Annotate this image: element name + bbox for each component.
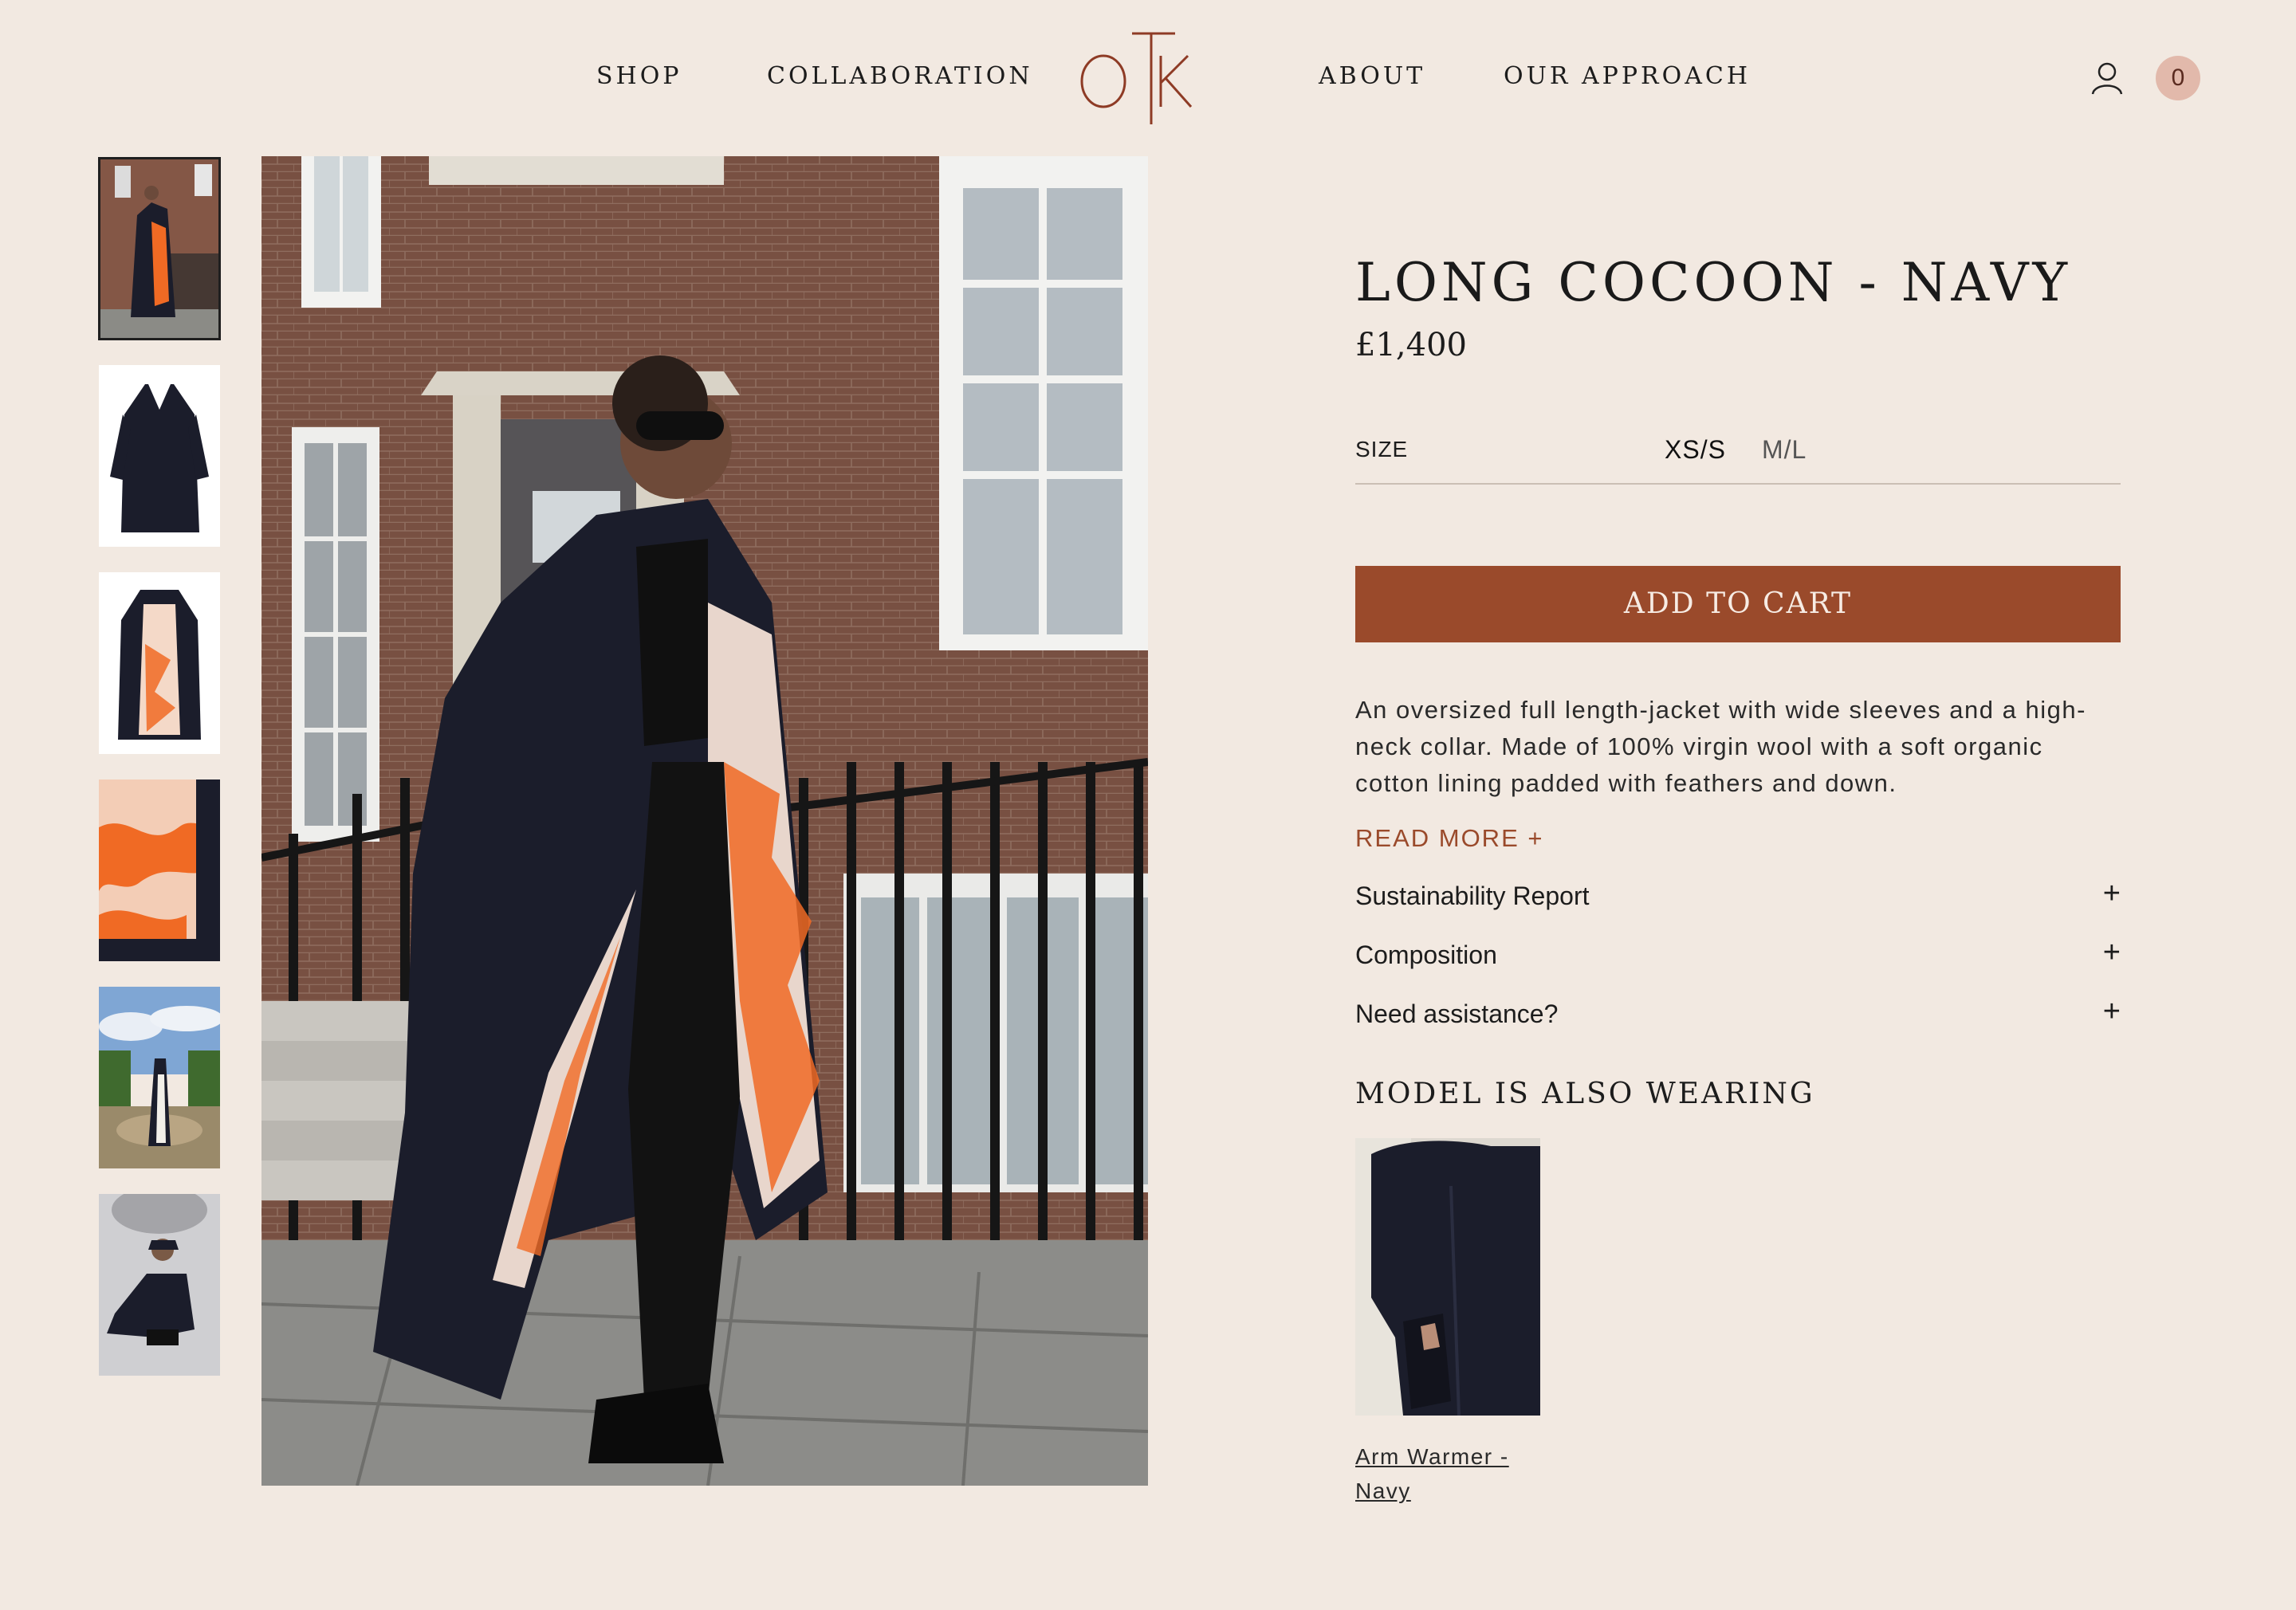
thumbnail-crouching[interactable]	[99, 1194, 220, 1376]
nav-about[interactable]: ABOUT	[1319, 62, 1425, 90]
add-to-cart-button[interactable]: ADD TO CART	[1355, 566, 2121, 642]
size-option-xs-s[interactable]: XS/S	[1665, 435, 1726, 465]
logo[interactable]	[1076, 30, 1220, 126]
also-wearing-product-link[interactable]: Arm Warmer - Navy	[1355, 1439, 1547, 1508]
size-option-m-l[interactable]: M/L	[1762, 435, 1807, 465]
thumbnail-coat-open[interactable]	[99, 572, 220, 754]
account-icon[interactable]	[2090, 61, 2124, 96]
accordion-sustainability-report[interactable]: Sustainability Report +	[1355, 877, 2121, 917]
accordion-label: Need assistance?	[1355, 999, 1559, 1028]
accordion-label: Sustainability Report	[1355, 882, 1590, 910]
thumbnail-coat-front[interactable]	[99, 365, 220, 547]
thumbnail-park[interactable]	[99, 987, 220, 1168]
plus-icon: +	[2102, 877, 2121, 910]
accordion-composition[interactable]: Composition +	[1355, 936, 2121, 976]
plus-icon: +	[2102, 936, 2121, 969]
plus-icon: +	[2102, 995, 2121, 1028]
nav-collaboration[interactable]: COLLABORATION	[767, 62, 1033, 90]
nav-shop[interactable]: SHOP	[596, 62, 682, 90]
product-price: £1,400	[1355, 327, 1467, 363]
thumbnail-lining-detail[interactable]	[99, 779, 220, 961]
nav-our-approach[interactable]: OUR APPROACH	[1504, 62, 1751, 90]
accordion-need-assistance[interactable]: Need assistance? +	[1355, 995, 2121, 1035]
thumbnail-street-front[interactable]	[98, 157, 221, 340]
hero-product-image[interactable]	[261, 156, 1148, 1486]
size-divider	[1355, 483, 2121, 485]
cart-count-badge[interactable]: 0	[2156, 56, 2200, 100]
also-wearing-title: MODEL IS ALSO WEARING	[1355, 1078, 1815, 1110]
size-label: SIZE	[1355, 437, 1409, 461]
also-wearing-product-image[interactable]	[1355, 1138, 1540, 1416]
product-title: LONG COCOON - NAVY	[1355, 252, 2072, 313]
read-more-link[interactable]: READ MORE +	[1355, 824, 1543, 853]
product-description: An oversized full length-jacket with wid…	[1355, 696, 2086, 797]
accordion-label: Composition	[1355, 940, 1497, 969]
